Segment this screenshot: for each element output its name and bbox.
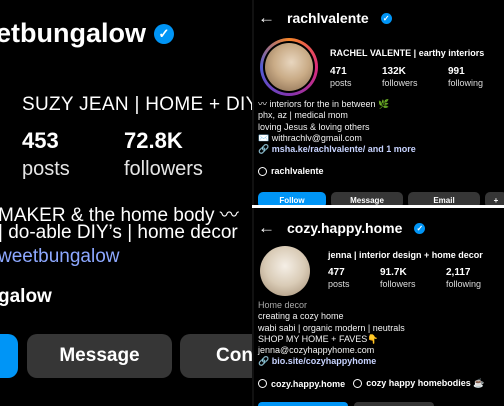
bio-link-text: msha.ke/rachlvalente/ and 1 more <box>271 144 416 155</box>
full-name: RACHEL VALENTE | earthy interiors <box>330 48 485 58</box>
followers-label: followers <box>380 279 416 289</box>
bio: Home decor creating a cozy home wabi sab… <box>258 300 405 368</box>
bio-line: wabi sabi | organic modern | neutrals <box>258 322 405 333</box>
posts-count: 477 <box>328 267 345 278</box>
bio-line: ✉️ withrachlv@gmail.com <box>258 132 362 143</box>
threads-icon <box>353 379 363 388</box>
following-count: 991 <box>448 66 465 77</box>
bio-link[interactable]: weetbungalow <box>0 246 119 268</box>
threads-badge[interactable]: rachlvalente <box>258 166 324 176</box>
username-text: cozy.happy.home <box>287 220 403 236</box>
category-label: Home decor <box>258 300 308 310</box>
follow-button[interactable]: Follow <box>258 192 326 206</box>
profile-panel-top-right: ← rachlvalente ✓ RACHEL VALENTE | earthy… <box>252 0 504 206</box>
full-name: jenna | interior design + home decor <box>328 250 483 260</box>
message-button[interactable] <box>354 402 434 406</box>
following-stat[interactable]: 991 following <box>448 66 504 88</box>
follow-button[interactable] <box>0 334 18 378</box>
posts-count: 453 <box>22 128 59 153</box>
following-count: 2,117 <box>446 267 471 278</box>
threads-handle: rachlvalente <box>271 166 324 176</box>
profile-header: ← rachlvalente ✓ <box>258 8 392 28</box>
stats-row: 471 posts 132K followers 991 following <box>330 66 504 88</box>
bio-link[interactable]: 🔗 msha.ke/rachlvalente/ and 1 more <box>258 144 416 155</box>
following-stat[interactable]: 2,117 following <box>446 267 504 289</box>
followers-label: followers <box>124 158 203 180</box>
followers-stat[interactable]: 72.8K followers <box>124 128 203 181</box>
back-arrow-icon[interactable]: ← <box>258 218 275 238</box>
avatar[interactable] <box>260 246 310 296</box>
username-text: rachlvalente <box>287 10 369 26</box>
threads-icon <box>258 379 267 388</box>
followers-label: followers <box>382 78 418 88</box>
bio: 〰 interiors for the in between 🌿 phx, az… <box>258 99 416 155</box>
followers-count: 132K <box>382 66 406 77</box>
stats-row: 477 posts 91.7K followers 2,117 followin… <box>328 267 504 289</box>
threads-handle: cozy.happy.home <box>271 378 346 389</box>
avatar[interactable] <box>260 38 318 96</box>
posts-stat[interactable]: 477 posts <box>328 267 380 289</box>
bio-line: jenna@cozyhappyhome.com <box>258 345 375 356</box>
verified-badge-icon: ✓ <box>414 222 426 234</box>
follow-button[interactable] <box>258 402 348 406</box>
threads-badge[interactable]: cozy.happy.home cozy happy homebodies ☕ <box>258 378 484 389</box>
bio-line: creating a cozy home <box>258 311 344 322</box>
email-button[interactable]: Email <box>408 192 480 206</box>
bio-line: SHOP MY HOME + FAVES👇 <box>258 333 379 344</box>
profile-header: ← cozy.happy.home ✓ <box>258 218 426 238</box>
add-user-icon[interactable]: + <box>485 192 504 206</box>
back-arrow-icon[interactable]: ← <box>258 8 275 28</box>
verified-badge-icon: ✓ <box>380 12 392 24</box>
bio-line: 〰 interiors for the in between 🌿 <box>258 99 390 109</box>
followers-stat[interactable]: 91.7K followers <box>380 267 446 289</box>
posts-stat[interactable]: 453 posts <box>22 128 70 181</box>
bio-line: | do-able DIY’s | home decor <box>0 222 238 243</box>
bio-line: loving Jesus & loving others <box>258 121 370 132</box>
posts-label: posts <box>330 78 352 88</box>
bio-link[interactable]: 🔗 bio.site/cozyhappyhome <box>258 356 405 367</box>
threads-handle[interactable]: galow <box>0 286 52 308</box>
full-name: SUZY JEAN | HOME + DIY <box>22 94 252 115</box>
profile-handle: etbungalow ✓ <box>0 18 174 49</box>
verified-badge-icon: ✓ <box>154 23 174 44</box>
followers-stat[interactable]: 132K followers <box>382 66 448 88</box>
action-buttons <box>258 402 498 406</box>
message-button[interactable]: Message <box>331 192 403 206</box>
following-label: following <box>448 78 484 88</box>
bio-line: phx, az | medical mom <box>258 110 348 121</box>
bio-link-text: bio.site/cozyhappyhome <box>271 356 377 367</box>
posts-stat[interactable]: 471 posts <box>330 66 382 88</box>
contact-button[interactable]: Con <box>180 334 252 378</box>
followers-count: 91.7K <box>380 267 407 278</box>
threads-community: cozy happy homebodies ☕ <box>366 378 485 388</box>
following-label: following <box>446 279 482 289</box>
posts-label: posts <box>328 279 350 289</box>
action-buttons: Follow Message Email + <box>258 192 504 206</box>
message-button[interactable]: Message <box>27 334 172 378</box>
posts-count: 471 <box>330 66 347 77</box>
profile-panel-left: etbungalow ✓ SUZY JEAN | HOME + DIY 453 … <box>0 0 252 406</box>
threads-icon <box>258 166 267 176</box>
profile-panel-bottom-right: ← cozy.happy.home ✓ jenna | interior des… <box>252 208 504 406</box>
posts-label: posts <box>22 158 70 180</box>
username-text: etbungalow <box>0 18 146 48</box>
followers-count: 72.8K <box>124 128 183 153</box>
